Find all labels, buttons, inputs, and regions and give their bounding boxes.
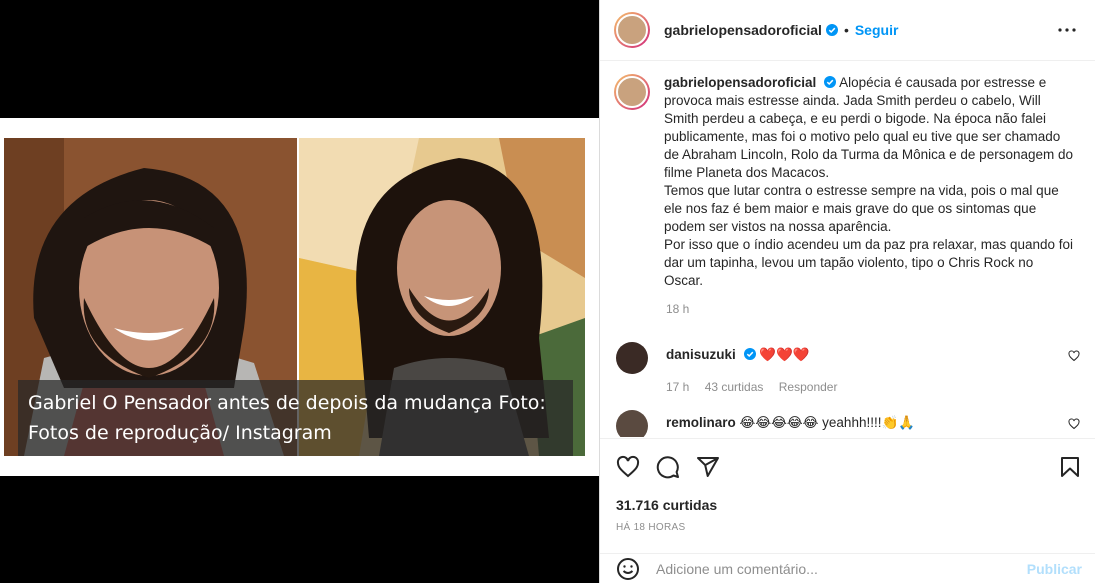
caption-paragraph-3: Por isso que o índio acendeu um da paz p…	[664, 237, 1074, 288]
caption-time: 18 h	[666, 302, 690, 316]
verified-badge-icon	[824, 76, 837, 88]
reply-button[interactable]: Responder	[779, 380, 838, 394]
caption-paragraph-2: Temos que lutar contra o estresse sempre…	[664, 183, 1059, 234]
post-header: gabrielopensadoroficial • Seguir	[600, 0, 1095, 61]
comment-input[interactable]	[656, 560, 1027, 577]
overlay-line-1: Gabriel O Pensador antes de depois da mu…	[28, 392, 546, 414]
comment-text: ❤️❤️❤️	[759, 347, 810, 362]
post-media: Gabriel O Pensador antes de depois da mu…	[0, 0, 599, 583]
share-icon[interactable]	[696, 455, 720, 479]
commenter-avatar[interactable]	[616, 342, 648, 374]
post-side-panel: gabrielopensadoroficial • Seguir gabriel…	[599, 0, 1095, 583]
post-actions	[600, 438, 1095, 479]
publish-button[interactable]: Publicar	[1027, 561, 1082, 577]
caption-text: gabrielopensadoroficial Alopécia é causa…	[664, 74, 1074, 290]
commenter-avatar[interactable]	[616, 410, 648, 437]
comment-likes[interactable]: 43 curtidas	[705, 380, 764, 394]
add-comment-bar: Publicar	[600, 553, 1095, 583]
like-icon[interactable]	[616, 455, 640, 479]
follow-button[interactable]: Seguir	[855, 22, 899, 38]
likes-count[interactable]: 31.716 curtidas	[616, 497, 717, 513]
author-avatar[interactable]	[614, 12, 650, 48]
caption-username[interactable]: gabrielopensadoroficial	[664, 75, 816, 90]
author-username[interactable]: gabrielopensadoroficial	[664, 22, 822, 38]
comment-like-icon[interactable]	[1068, 418, 1080, 430]
comment-item: danisuzuki ❤️❤️❤️ 17 h 43 curtidas Respo…	[614, 342, 1080, 396]
comment-time: 17 h	[666, 380, 690, 394]
comment-username[interactable]: remolinaro	[666, 415, 736, 430]
overlay-line-2: Fotos de reprodução/ Instagram	[28, 422, 332, 444]
comments-section[interactable]: gabrielopensadoroficial Alopécia é causa…	[600, 62, 1095, 437]
comment-item: remolinaro 😂😂😂😂😂 yeahhh!!!!👏🙏	[614, 410, 1080, 437]
comment-icon[interactable]	[656, 455, 680, 479]
instagram-post-modal: Gabriel O Pensador antes de depois da mu…	[0, 0, 1095, 583]
post-image[interactable]: Gabriel O Pensador antes de depois da mu…	[0, 118, 599, 476]
header-separator: •	[843, 22, 849, 38]
verified-badge-icon	[743, 348, 756, 360]
caption-author-avatar[interactable]	[614, 74, 650, 110]
post-caption: gabrielopensadoroficial Alopécia é causa…	[614, 74, 1080, 290]
comment-like-icon[interactable]	[1068, 350, 1080, 362]
save-bookmark-icon[interactable]	[1058, 455, 1082, 479]
image-caption-overlay: Gabriel O Pensador antes de depois da mu…	[18, 380, 573, 456]
caption-paragraph-1: Alopécia é causada por estresse e provoc…	[664, 75, 1074, 180]
comment-text: 😂😂😂😂😂 yeahhh!!!!👏🙏	[739, 415, 916, 430]
comment-meta: 17 h 43 curtidas Responder	[666, 378, 849, 396]
verified-badge-icon	[825, 24, 838, 36]
emoji-icon[interactable]	[616, 557, 640, 581]
more-options-icon[interactable]	[1055, 18, 1079, 42]
comment-username[interactable]: danisuzuki	[666, 347, 736, 362]
post-timestamp: HÁ 18 HORAS	[616, 522, 686, 533]
